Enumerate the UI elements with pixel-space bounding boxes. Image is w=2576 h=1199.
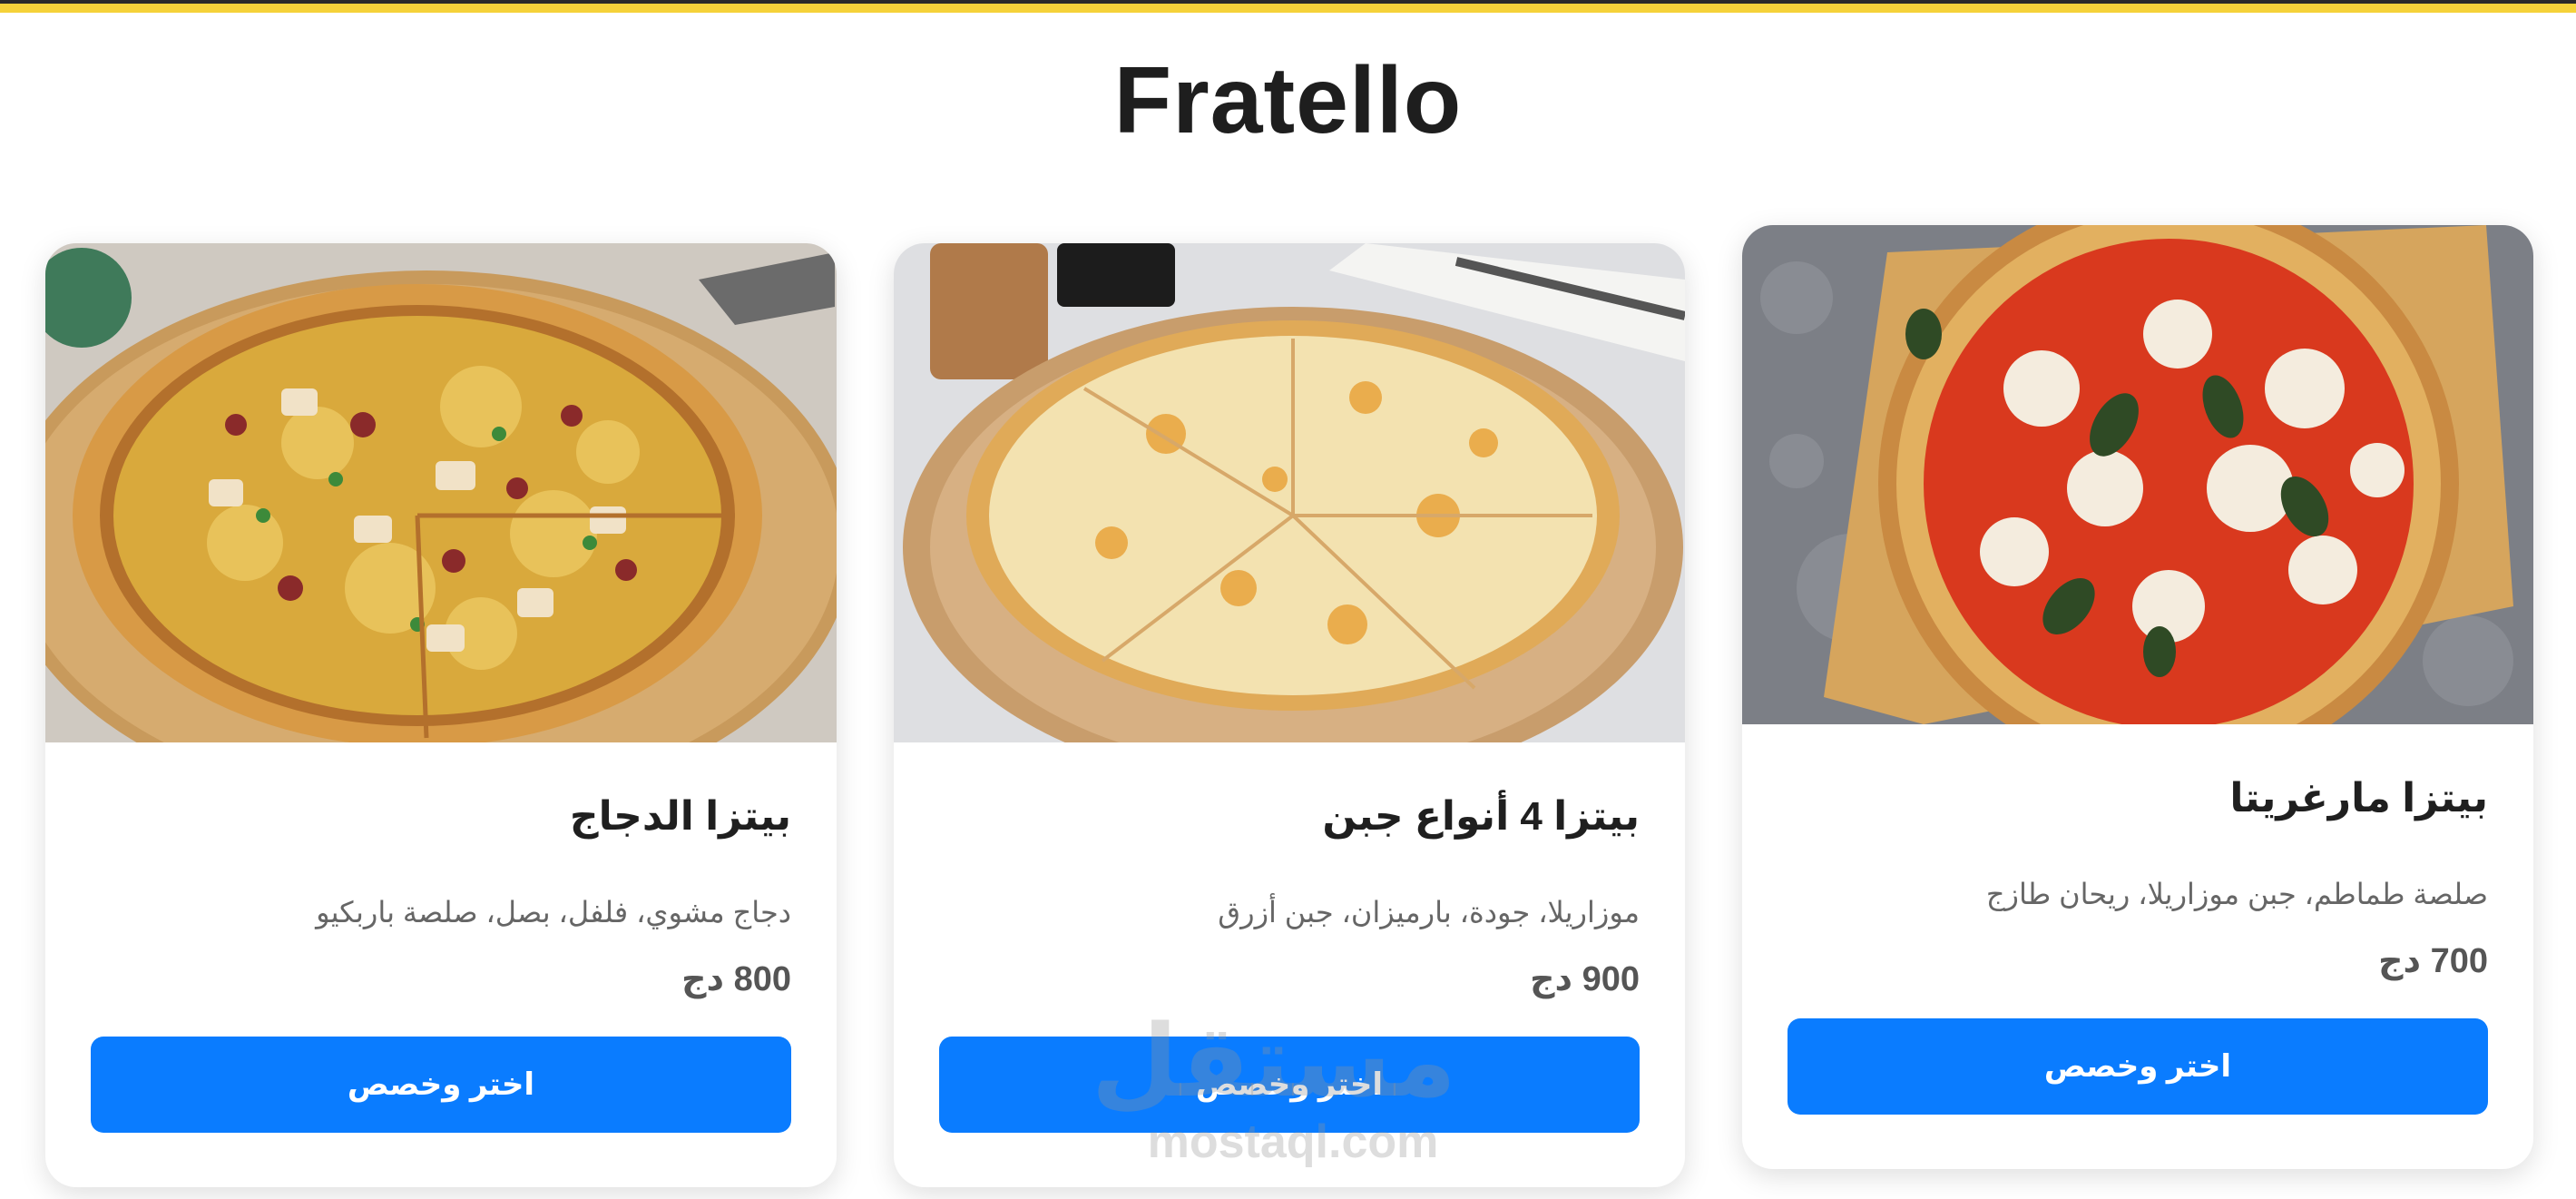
bbq-chicken-pizza-illustration (45, 243, 837, 742)
pizza-name: بيتزا الدجاج (569, 794, 791, 839)
site-title: Fratello (1113, 48, 1463, 153)
menu-card-four-cheese: بيتزا 4 أنواع جبن موزاريلا، جودة، بارميز… (894, 243, 1685, 1187)
pizza-name: بيتزا مارغريتا (2229, 776, 2488, 821)
pizza-image-margherita (1742, 225, 2533, 724)
pizza-name: بيتزا 4 أنواع جبن (1322, 794, 1640, 839)
pizza-ingredients: صلصة طماطم، جبن موزاريلا، ريحان طازج (1985, 878, 2488, 910)
four-cheese-pizza-illustration (894, 243, 1685, 742)
pizza-price: 700 دج (2378, 942, 2488, 980)
pizza-ingredients: موزاريلا، جودة، بارميزان، جبن أزرق (1218, 896, 1640, 929)
choose-customize-button[interactable]: اختر وخصص (1788, 1018, 2488, 1115)
pizza-price: 900 دج (1530, 960, 1640, 998)
pizza-image-chicken (45, 243, 837, 742)
menu-card-margherita: بيتزا مارغريتا صلصة طماطم، جبن موزاريلا،… (1742, 225, 2533, 1169)
pizza-price: 800 دج (681, 960, 791, 998)
choose-customize-button[interactable]: اختر وخصص (91, 1037, 791, 1133)
top-accent-border (0, 0, 2576, 13)
pizza-ingredients: دجاج مشوي، فلفل، بصل، صلصة باربكيو (316, 896, 791, 929)
choose-customize-button[interactable]: اختر وخصص (939, 1037, 1640, 1133)
menu-card-chicken: بيتزا الدجاج دجاج مشوي، فلفل، بصل، صلصة … (45, 243, 837, 1187)
margherita-pizza-illustration (1742, 225, 2533, 724)
pizza-image-four-cheese (894, 243, 1685, 742)
